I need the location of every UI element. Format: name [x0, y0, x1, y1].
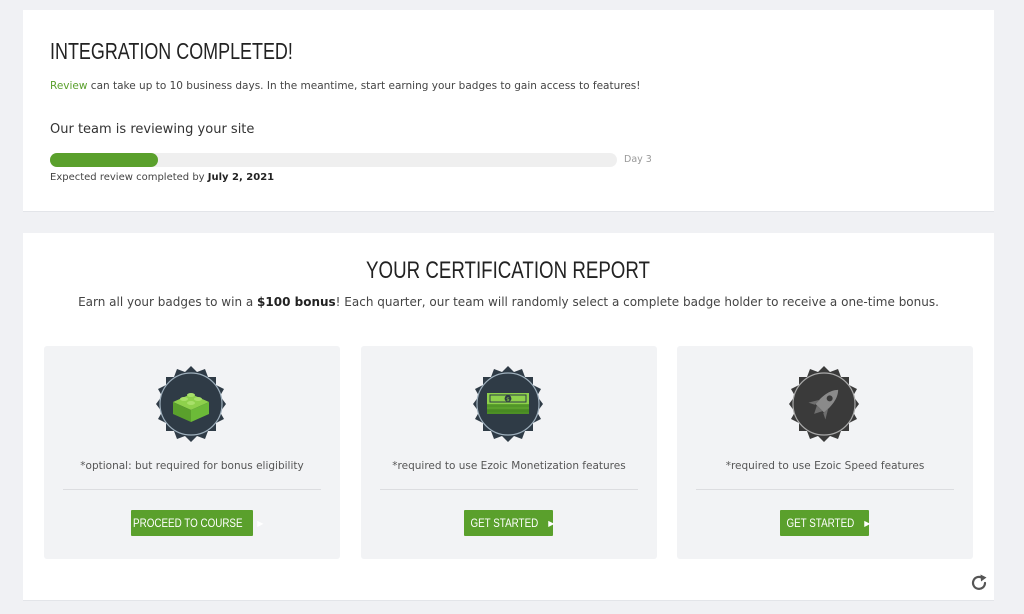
expected-date: July 2, 2021 [207, 172, 275, 183]
report-title-text: YOUR CERTIFICATION REPORT [366, 257, 651, 284]
badge-note-monetization: *required to use Ezoic Monetization feat… [392, 460, 626, 472]
refresh-icon[interactable] [968, 572, 990, 594]
badge-card-speed: *required to use Ezoic Speed features GE… [677, 346, 973, 559]
svg-text:$: $ [506, 397, 510, 403]
lego-brick-icon [151, 364, 231, 444]
proceed-to-course-button[interactable]: PROCEED TO COURSE ▶ [131, 510, 263, 536]
get-started-label: GET STARTED [470, 516, 538, 530]
team-review-status: Our team is reviewing your site [50, 122, 255, 137]
integration-card: INTEGRATION COMPLETED! Review can take u… [23, 10, 994, 212]
report-subtitle-post: ! Each quarter, our team will randomly s… [335, 295, 939, 309]
get-started-speed-button[interactable]: GET STARTED ▶ [780, 510, 871, 536]
report-subtitle-pre: Earn all your badges to win a [78, 295, 258, 309]
badge-divider [696, 489, 954, 490]
expected-review-date: Expected review completed by July 2, 202… [50, 172, 274, 183]
badge-divider [380, 489, 638, 490]
get-started-monetization-button[interactable]: GET STARTED ▶ [464, 510, 555, 536]
day-label: Day 3 [624, 154, 652, 165]
review-progress-fill [50, 153, 158, 167]
review-link[interactable]: Review [50, 80, 87, 92]
play-arrow-icon: ▶ [257, 518, 264, 528]
review-progress-bar [50, 153, 617, 167]
bonus-amount: $100 bonus [257, 295, 336, 309]
badge-card-monetization: $ *required to use Ezoic Monetization fe… [361, 346, 657, 559]
badge-note-course: *optional: but required for bonus eligib… [80, 460, 304, 472]
badge-card-course: *optional: but required for bonus eligib… [44, 346, 340, 559]
integration-title: INTEGRATION COMPLETED! [50, 38, 293, 64]
review-note-text: can take up to 10 business days. In the … [87, 80, 641, 92]
expected-prefix: Expected review completed by [50, 172, 208, 183]
review-note: Review can take up to 10 business days. … [50, 80, 640, 92]
report-title: YOUR CERTIFICATION REPORT [23, 257, 994, 285]
play-arrow-icon: ▶ [548, 518, 555, 528]
badge-divider [63, 489, 321, 490]
get-started-label: GET STARTED [786, 516, 854, 530]
badge-note-speed: *required to use Ezoic Speed features [725, 460, 925, 472]
rocket-icon [784, 364, 864, 444]
money-stack-icon: $ [468, 364, 548, 444]
certification-report-card: YOUR CERTIFICATION REPORT Earn all your … [23, 233, 994, 601]
report-subtitle: Earn all your badges to win a $100 bonus… [23, 295, 994, 309]
proceed-to-course-label: PROCEED TO COURSE [132, 516, 243, 530]
play-arrow-icon: ▶ [864, 518, 871, 528]
